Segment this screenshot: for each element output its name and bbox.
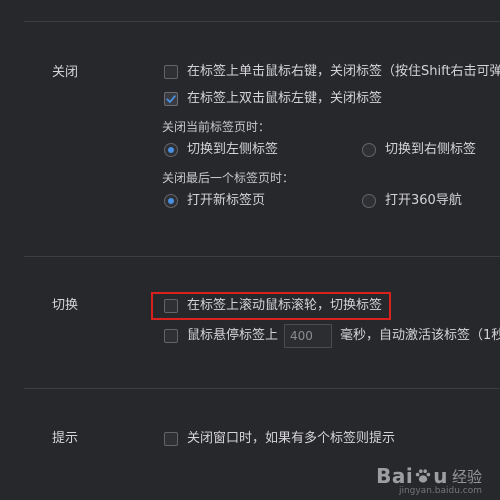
radio-selected-dot: [168, 147, 174, 153]
switch-right-radio[interactable]: [362, 143, 376, 157]
section-label-close: 关闭: [52, 65, 79, 80]
open-360-nav-label: 打开360导航: [385, 193, 462, 208]
hover-activate-label-before: 鼠标悬停标签上: [187, 328, 279, 343]
watermark-jingyan: 经验: [451, 467, 482, 486]
double-click-close-label: 在标签上双击鼠标左键，关闭标签: [187, 91, 383, 106]
top-divider: [24, 21, 500, 22]
open-360-nav-radio[interactable]: [362, 194, 376, 208]
baidu-jingyan-watermark: Bai u 经验 jingyan.baidu.com: [376, 464, 482, 496]
section-label-hint: 提示: [52, 431, 79, 446]
section-divider-switch: [24, 256, 500, 257]
watermark-brand-suffix: u: [433, 464, 448, 488]
switch-right-label: 切换到右侧标签: [385, 142, 477, 157]
checkmark-icon: [166, 95, 176, 103]
on-close-current-heading: 关闭当前标签页时：: [162, 120, 271, 134]
open-new-tab-option[interactable]: 打开新标签页: [164, 193, 265, 209]
switch-left-option[interactable]: 切换到左侧标签: [164, 142, 278, 158]
watermark-brand: Bai: [376, 464, 414, 488]
right-click-close-checkbox[interactable]: [164, 65, 178, 79]
on-close-last-heading: 关闭最后一个标签页时：: [162, 171, 295, 185]
switch-left-radio[interactable]: [164, 143, 178, 157]
close-window-prompt-label: 关闭窗口时，如果有多个标签则提示: [187, 431, 396, 446]
switch-right-option[interactable]: 切换到右侧标签: [362, 142, 476, 158]
open-new-tab-label: 打开新标签页: [187, 193, 266, 208]
section-divider-hint: [24, 388, 500, 389]
hover-activate-label-after: 毫秒，自动激活该标签（1秒: [340, 328, 500, 343]
double-click-close-option[interactable]: 在标签上双击鼠标左键，关闭标签: [164, 91, 382, 107]
section-label-switch: 切换: [52, 298, 79, 313]
right-click-close-label: 在标签上单击鼠标右键，关闭标签（按住Shift右击可弹: [187, 64, 500, 79]
hover-activate-option[interactable]: 鼠标悬停标签上 毫秒，自动激活该标签（1秒: [164, 324, 500, 348]
close-window-prompt-option[interactable]: 关闭窗口时，如果有多个标签则提示: [164, 431, 395, 447]
hover-delay-input[interactable]: [284, 324, 333, 348]
open-new-tab-radio[interactable]: [164, 194, 178, 208]
paw-icon: [416, 469, 431, 483]
switch-left-label: 切换到左侧标签: [187, 142, 279, 157]
right-click-close-option[interactable]: 在标签上单击鼠标右键，关闭标签（按住Shift右击可弹: [164, 64, 500, 80]
open-360-nav-option[interactable]: 打开360导航: [362, 193, 462, 209]
highlight-box: [151, 292, 391, 320]
radio-selected-dot: [168, 198, 174, 204]
hover-activate-checkbox[interactable]: [164, 329, 178, 343]
close-window-prompt-checkbox[interactable]: [164, 432, 178, 446]
double-click-close-checkbox[interactable]: [164, 92, 178, 106]
